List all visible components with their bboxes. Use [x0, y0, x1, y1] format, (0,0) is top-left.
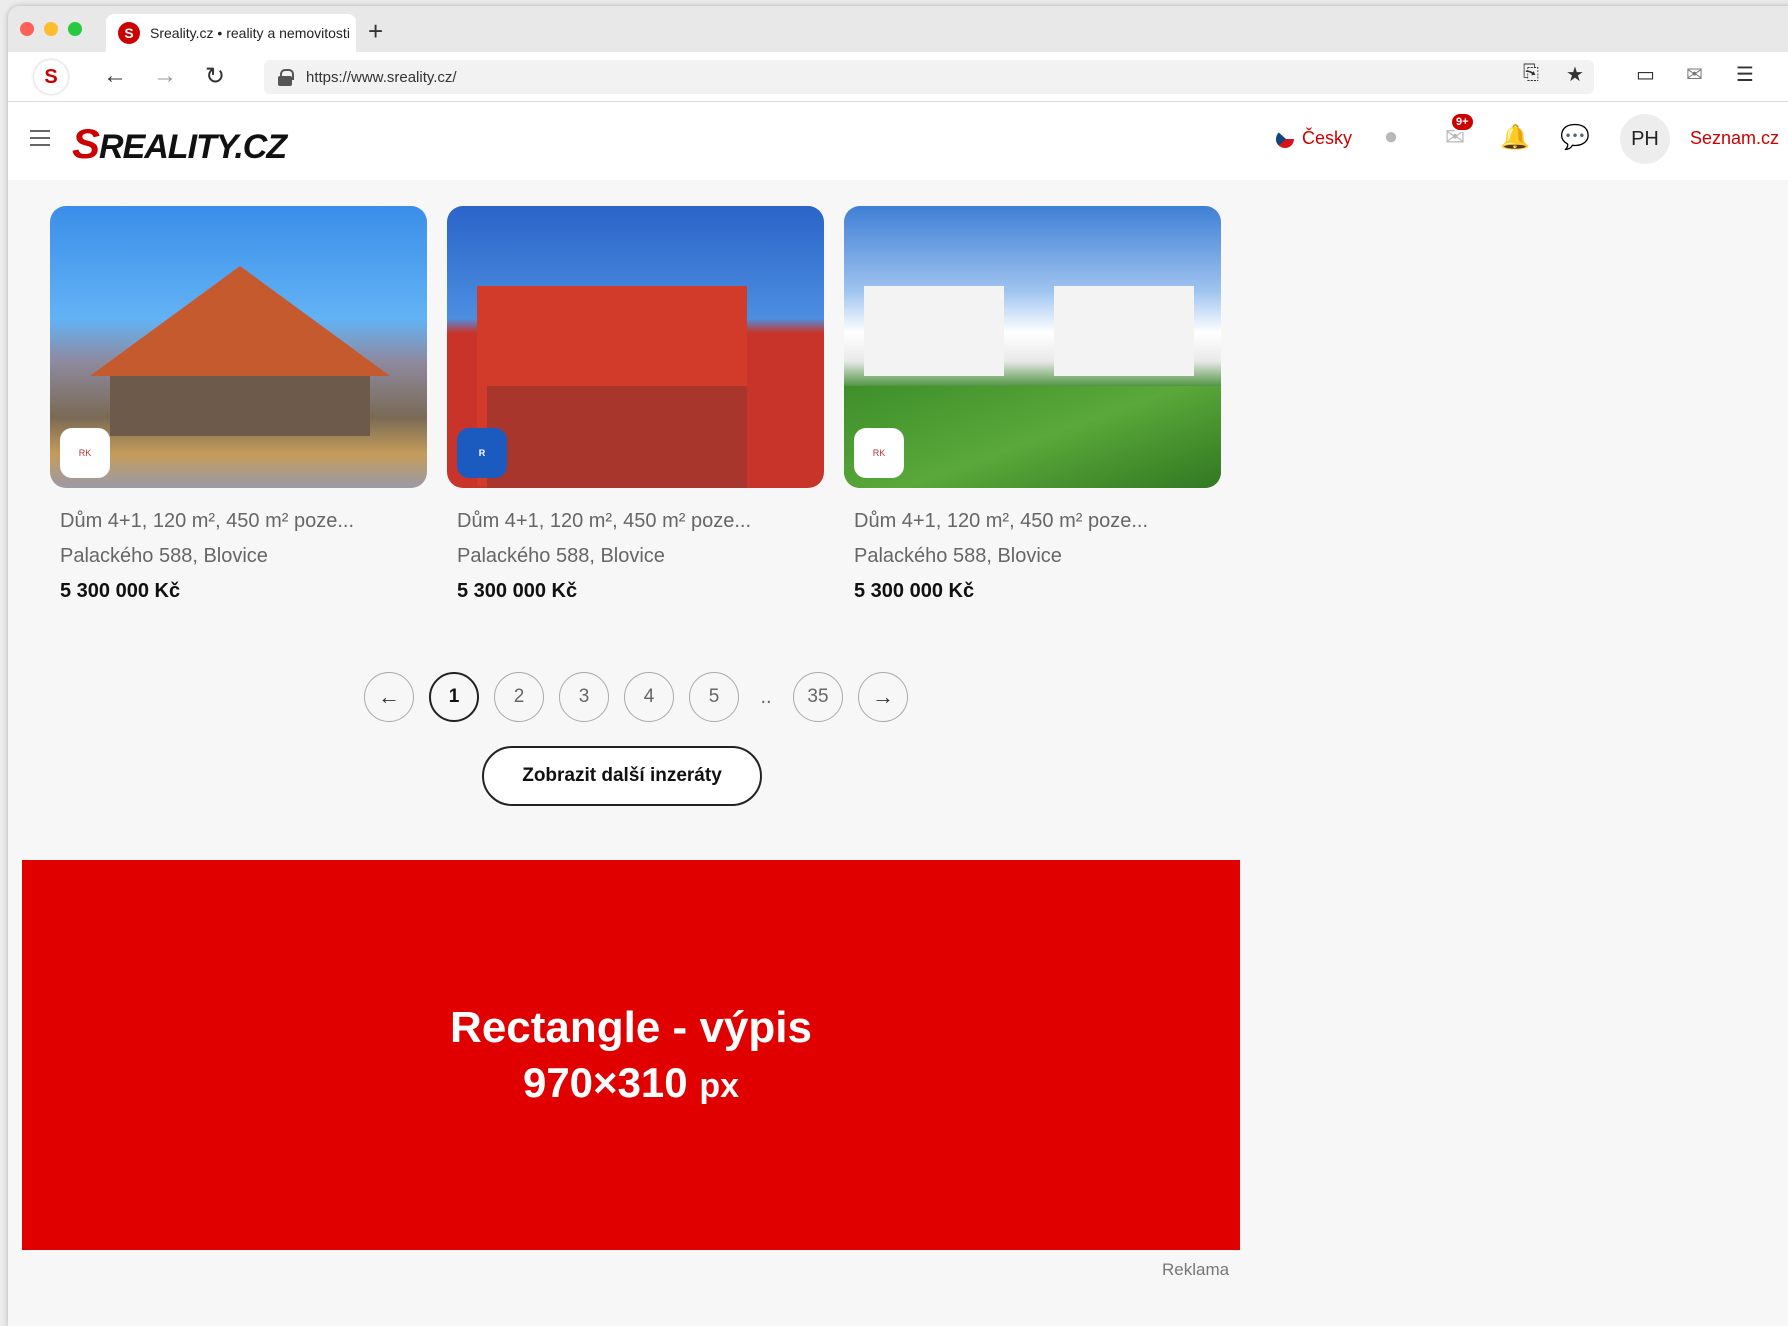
sidebar-toggle-icon[interactable]: ▭: [1636, 62, 1655, 87]
listing-address: Palackého 588, Blovice: [854, 545, 1062, 567]
translate-icon[interactable]: ⎘: [1523, 62, 1539, 85]
close-window-button[interactable]: [20, 22, 34, 36]
listing-price: 5 300 000 Kč: [457, 580, 578, 602]
site-header: SREALITY.CZ Česky ● ✉ 9+ 🔔 💬 PH Seznam.c…: [8, 102, 1788, 180]
new-tab-button[interactable]: +: [368, 16, 383, 47]
listing-card[interactable]: RK Dům 4+1, 120 m², 450 m² poze... Palac…: [50, 206, 427, 603]
agency-logo-icon: RK: [60, 428, 110, 478]
url-text: https://www.sreality.cz/: [306, 68, 457, 86]
bookmark-star-icon[interactable]: ★: [1566, 62, 1584, 87]
sreality-favicon-icon: S: [118, 22, 140, 44]
seznam-browser-logo-icon[interactable]: S: [34, 60, 68, 94]
listing-title[interactable]: Dům 4+1, 120 m², 450 m² poze...: [844, 510, 1221, 533]
mail-icon[interactable]: ✉: [1686, 62, 1703, 87]
listing-photo[interactable]: R: [447, 206, 824, 488]
show-more-listings-button[interactable]: Zobrazit další inzeráty: [482, 746, 762, 806]
listing-price: 5 300 000 Kč: [60, 580, 181, 602]
chat-bubble-icon[interactable]: ●: [1376, 122, 1406, 152]
sreality-logo[interactable]: SREALITY.CZ: [72, 120, 287, 168]
browser-tab-sreality[interactable]: S Sreality.cz • reality a nemovitosti: [106, 14, 356, 52]
listing-title[interactable]: Dům 4+1, 120 m², 450 m² poze...: [50, 510, 427, 533]
address-bar[interactable]: https://www.sreality.cz/: [264, 60, 1594, 94]
page-3-button[interactable]: 3: [559, 672, 609, 722]
agency-logo-icon: RK: [854, 428, 904, 478]
maximize-window-button[interactable]: [68, 22, 82, 36]
messages-icon[interactable]: 💬: [1560, 122, 1590, 152]
language-switch[interactable]: Česky: [1276, 128, 1352, 149]
listing-price: 5 300 000 Kč: [854, 580, 975, 602]
remax-logo-icon: R: [457, 428, 507, 478]
browser-toolbar: S ← → ↻ https://www.sreality.cz/ ⎘ ★ ▭ ✉…: [8, 52, 1788, 102]
czech-flag-icon: [1276, 129, 1294, 148]
pagination: ← 1 2 3 4 5 .. 35 →: [364, 672, 908, 722]
previous-page-arrow-icon[interactable]: ←: [364, 672, 414, 722]
page-5-button[interactable]: 5: [689, 672, 739, 722]
listing-address: Palackého 588, Blovice: [60, 545, 268, 567]
next-page-arrow-icon[interactable]: →: [858, 672, 908, 722]
hamburger-menu-icon[interactable]: [30, 130, 50, 146]
listing-title[interactable]: Dům 4+1, 120 m², 450 m² poze...: [447, 510, 824, 533]
listing-card[interactable]: R Dům 4+1, 120 m², 450 m² poze... Palack…: [447, 206, 824, 603]
back-arrow-icon[interactable]: ←: [100, 60, 130, 92]
bell-icon[interactable]: 🔔: [1500, 122, 1530, 152]
tab-strip: S Sreality.cz • reality a nemovitosti +: [8, 6, 1788, 52]
lock-icon: [278, 69, 294, 86]
browser-window: S Sreality.cz • reality a nemovitosti + …: [8, 6, 1788, 1326]
forward-arrow-icon[interactable]: →: [150, 60, 180, 92]
page-1-button[interactable]: 1: [429, 672, 479, 722]
pagination-ellipsis: ..: [760, 685, 772, 708]
listing-address: Palackého 588, Blovice: [457, 545, 665, 567]
ad-size: 970×310 px: [522, 1059, 740, 1106]
tab-title: Sreality.cz • reality a nemovitosti: [150, 25, 350, 41]
browser-menu-icon[interactable]: ☰: [1736, 62, 1754, 87]
minimize-window-button[interactable]: [44, 22, 58, 36]
listing-card[interactable]: RK Dům 4+1, 120 m², 450 m² poze... Palac…: [844, 206, 1221, 603]
seznam-link[interactable]: Seznam.cz: [1690, 128, 1779, 149]
ad-rectangle[interactable]: Rectangle - výpis 970×310 px: [22, 860, 1240, 1250]
mail-count-badge: 9+: [1450, 112, 1475, 132]
listing-photo[interactable]: RK: [844, 206, 1221, 488]
page-35-button[interactable]: 35: [793, 672, 843, 722]
listing-cards: RK Dům 4+1, 120 m², 450 m² poze... Palac…: [50, 206, 1221, 603]
language-label: Česky: [1302, 128, 1353, 148]
reload-icon[interactable]: ↻: [200, 60, 230, 92]
ad-label: Reklama: [1162, 1260, 1230, 1279]
page-4-button[interactable]: 4: [624, 672, 674, 722]
ad-title: Rectangle - výpis: [450, 1003, 812, 1052]
user-avatar[interactable]: PH: [1620, 114, 1670, 164]
page-2-button[interactable]: 2: [494, 672, 544, 722]
listing-photo[interactable]: RK: [50, 206, 427, 488]
